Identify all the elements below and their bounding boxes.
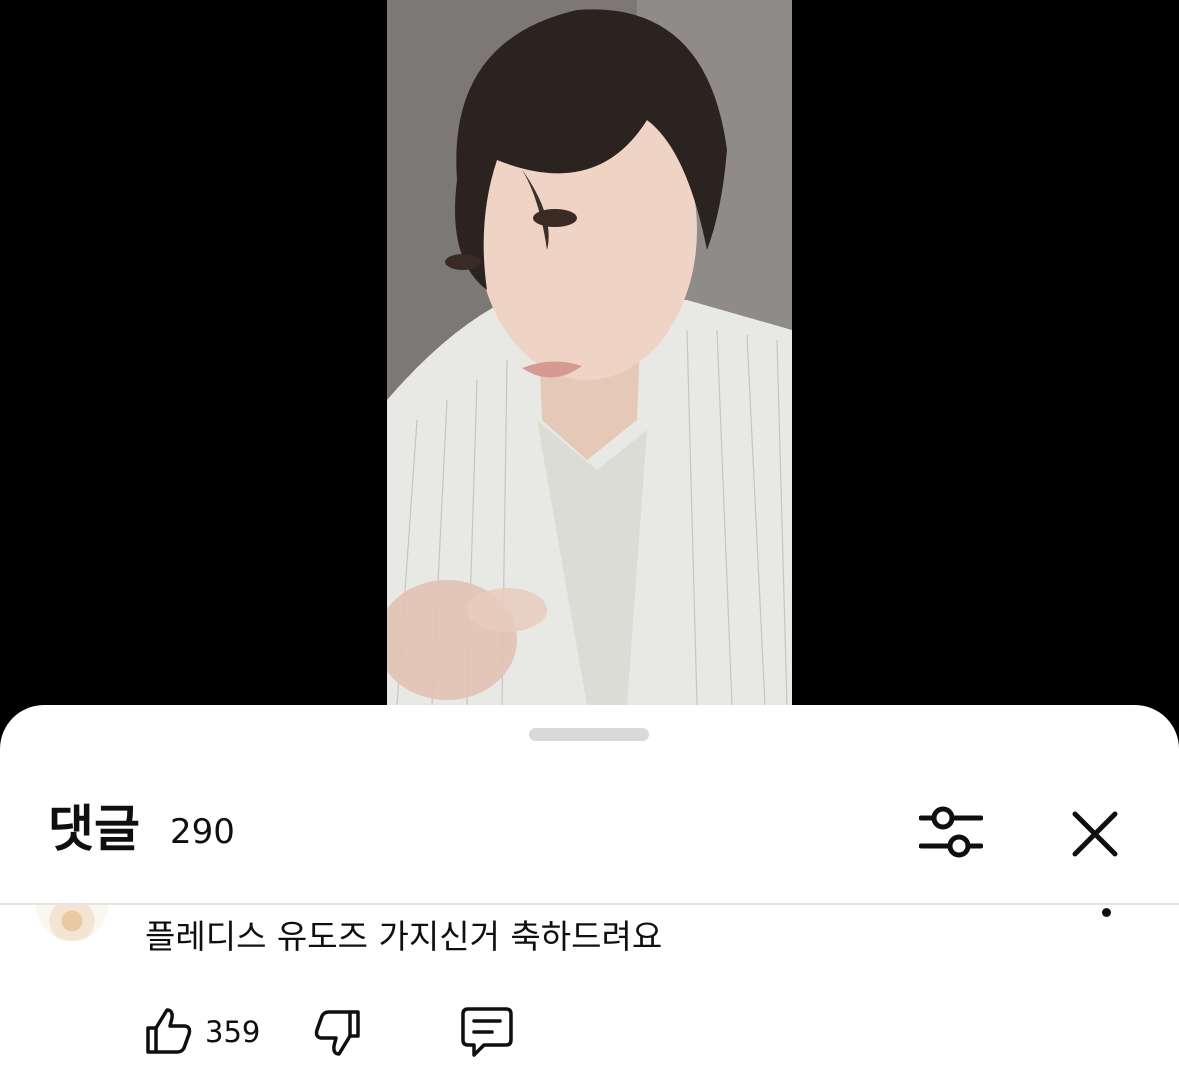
more-options-icon[interactable] (1102, 908, 1111, 917)
thumbs-up-icon (146, 1008, 192, 1054)
comment-text: 플레디스 유도즈 가지신거 축하드려요 (145, 917, 663, 956)
video-player[interactable] (0, 0, 1179, 705)
sliders-icon (919, 806, 983, 858)
avatar[interactable] (36, 905, 108, 941)
filter-button[interactable] (914, 800, 988, 864)
thumbs-down-icon (314, 1010, 360, 1056)
like-button[interactable] (140, 1003, 196, 1059)
video-frame[interactable] (387, 0, 792, 705)
video-thumbnail-image (387, 0, 792, 705)
reply-button[interactable] (457, 1003, 517, 1061)
comments-title: 댓글 (48, 800, 140, 858)
comments-count: 290 (170, 812, 235, 852)
like-count: 359 (205, 1015, 261, 1049)
drag-handle[interactable] (529, 728, 649, 741)
dislike-button[interactable] (310, 1005, 366, 1061)
reply-comment-icon (461, 1007, 513, 1057)
close-icon (1072, 811, 1118, 857)
header-divider (0, 903, 1179, 905)
comments-sheet: 댓글 290 플레디스 유도즈 가지신거 축하드려요 359 (0, 705, 1179, 1088)
close-button[interactable] (1064, 803, 1126, 865)
avatar-image (36, 905, 108, 941)
